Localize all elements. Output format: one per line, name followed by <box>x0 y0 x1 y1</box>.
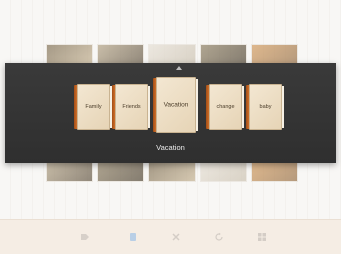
bottom-toolbar <box>0 219 341 254</box>
photo-thumbnail[interactable] <box>97 160 145 182</box>
album-label: Vacation <box>163 101 189 109</box>
selected-album-title: Vacation <box>156 143 185 152</box>
background-photo-row <box>46 160 299 182</box>
album-label: Friends <box>122 104 141 110</box>
album-family[interactable]: Family <box>74 84 112 130</box>
delete-icon[interactable] <box>171 232 181 242</box>
album-label: baby <box>259 104 272 110</box>
album-change[interactable]: change <box>206 84 244 130</box>
grid-icon[interactable] <box>257 232 267 242</box>
rotate-icon[interactable] <box>214 232 224 242</box>
photo-thumbnail[interactable] <box>250 160 299 182</box>
album-page-edge <box>282 86 284 128</box>
album-label: Family <box>85 104 102 110</box>
album-label: change <box>216 104 235 110</box>
photo-thumbnail[interactable] <box>199 160 247 182</box>
album-page-edge <box>242 86 244 128</box>
album-baby[interactable]: baby <box>246 84 284 130</box>
photo-thumbnail[interactable] <box>148 160 196 182</box>
tag-icon[interactable] <box>80 232 90 242</box>
photo-thumbnail[interactable] <box>46 160 94 182</box>
album-page-edge <box>196 79 198 131</box>
album-picker-overlay: Family Friends Vacation change baby Vaca… <box>5 63 336 163</box>
album-page-edge <box>148 86 150 128</box>
album-vacation[interactable]: Vacation <box>153 77 198 133</box>
share-icon[interactable] <box>128 232 138 242</box>
album-friends[interactable]: Friends <box>112 84 150 130</box>
